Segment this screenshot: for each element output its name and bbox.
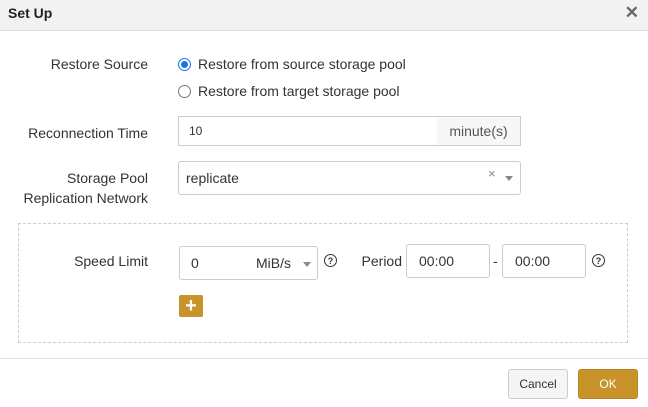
reconnection-time-input[interactable]: 10 xyxy=(178,116,438,146)
reconnection-time-unit: minute(s) xyxy=(437,116,521,146)
replication-network-label-line1: Storage Pool xyxy=(67,170,148,186)
add-speed-limit-button[interactable]: + xyxy=(179,295,203,317)
period-separator: - xyxy=(493,253,498,269)
radio-restore-from-source[interactable]: Restore from source storage pool xyxy=(178,56,406,72)
replication-network-select[interactable]: replicate xyxy=(178,161,521,195)
speed-limit-input[interactable]: 0 xyxy=(179,246,249,280)
radio-label-target: Restore from target storage pool xyxy=(198,83,400,99)
speed-limit-label: Speed Limit xyxy=(74,253,148,269)
radio-restore-from-target[interactable]: Restore from target storage pool xyxy=(178,83,400,99)
dialog-header: Set Up ✕ xyxy=(0,0,648,31)
ok-button[interactable]: OK xyxy=(578,369,638,399)
plus-icon: + xyxy=(185,294,197,317)
footer-divider xyxy=(0,358,648,359)
speed-unit-value: MiB/s xyxy=(256,255,291,271)
period-start-input[interactable]: 00:00 xyxy=(406,244,490,278)
help-icon[interactable]: ? xyxy=(324,254,337,267)
radio-button-target[interactable] xyxy=(178,84,191,98)
chevron-down-icon[interactable] xyxy=(505,176,513,181)
clear-selection-icon[interactable]: × xyxy=(488,166,496,181)
chevron-down-icon[interactable] xyxy=(303,262,311,267)
radio-button-source[interactable] xyxy=(178,57,191,71)
restore-source-label: Restore Source xyxy=(50,56,148,72)
period-end-input[interactable]: 00:00 xyxy=(502,244,586,278)
reconnection-time-label: Reconnection Time xyxy=(28,125,148,141)
dialog-title: Set Up xyxy=(8,5,53,21)
replication-network-value: replicate xyxy=(186,170,239,186)
replication-network-label-line2: Replication Network xyxy=(23,190,149,206)
radio-label-source: Restore from source storage pool xyxy=(198,56,406,72)
close-icon[interactable]: ✕ xyxy=(625,4,639,22)
speed-limit-panel xyxy=(18,223,628,343)
cancel-button[interactable]: Cancel xyxy=(508,369,568,399)
period-label: Period xyxy=(361,253,402,269)
help-icon[interactable]: ? xyxy=(592,254,605,267)
